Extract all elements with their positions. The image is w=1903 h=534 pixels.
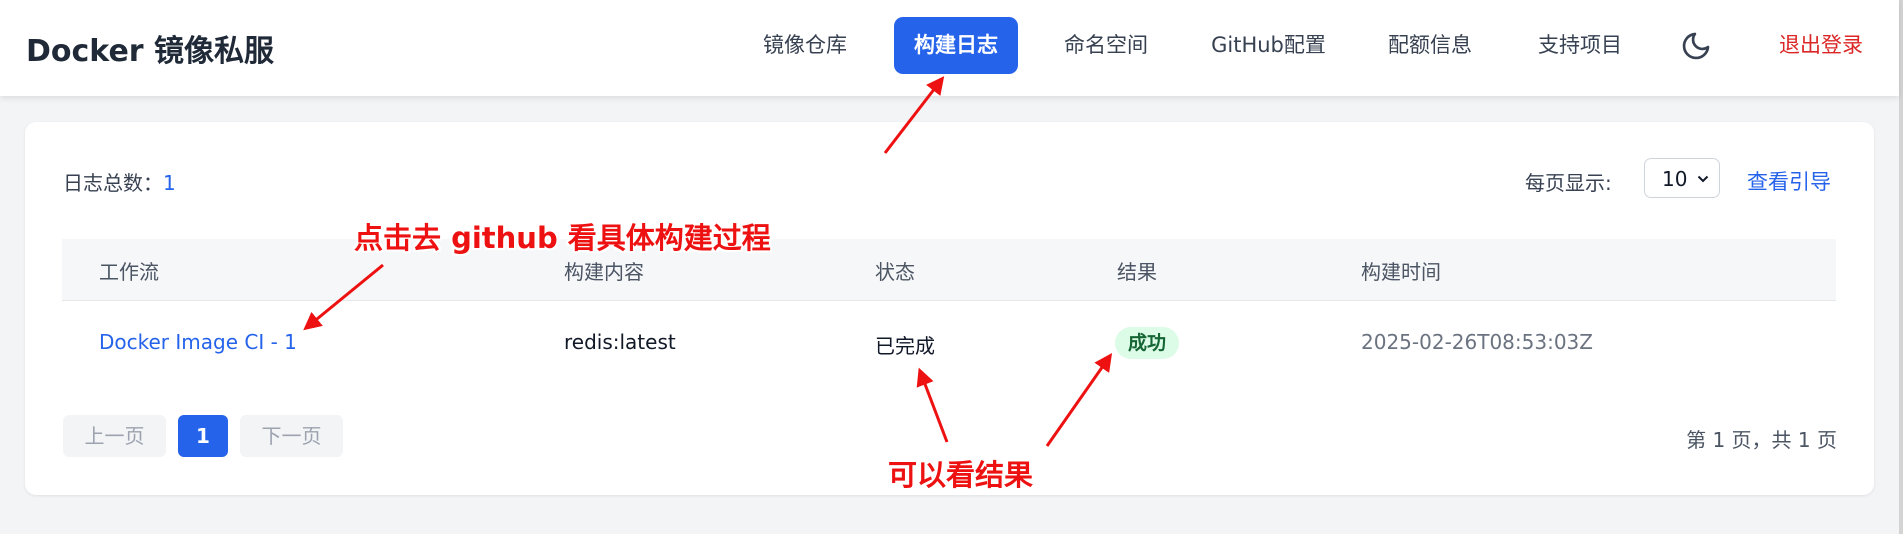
column-header-content: 构建内容 xyxy=(564,260,644,284)
column-header-time: 构建时间 xyxy=(1361,260,1441,284)
scrollbar[interactable] xyxy=(1899,0,1903,534)
log-total-count: 1 xyxy=(163,171,176,195)
annotation-result-note: 可以看结果 xyxy=(888,458,1034,492)
page-1-button[interactable]: 1 xyxy=(178,415,228,457)
build-log-card: 日志总数：1 每页显示: 10 查看引导 工作流 构建内容 状态 结果 构建时间… xyxy=(25,122,1874,495)
page-info: 第 1 页，共 1 页 xyxy=(1686,428,1837,452)
next-page-button[interactable]: 下一页 xyxy=(240,415,343,457)
column-header-workflow: 工作流 xyxy=(99,260,159,284)
moon-icon[interactable] xyxy=(1680,30,1712,62)
annotation-workflow-note: 点击去 github 看具体构建过程 xyxy=(354,221,771,255)
per-page-select[interactable]: 10 xyxy=(1644,158,1720,198)
table-header: 工作流 构建内容 状态 结果 构建时间 xyxy=(62,239,1836,301)
nav-tab-github-config[interactable]: GitHub配置 xyxy=(1196,17,1341,74)
nav-tab-support[interactable]: 支持项目 xyxy=(1520,17,1640,74)
nav-tab-quota[interactable]: 配额信息 xyxy=(1370,17,1490,74)
build-content: redis:latest xyxy=(564,330,676,354)
prev-page-button[interactable]: 上一页 xyxy=(63,415,166,457)
column-header-status: 状态 xyxy=(875,260,915,284)
view-guide-link[interactable]: 查看引导 xyxy=(1747,166,1831,196)
top-navbar: Docker 镜像私服 镜像仓库 构建日志 命名空间 GitHub配置 配额信息… xyxy=(0,0,1899,96)
nav-tab-namespaces[interactable]: 命名空间 xyxy=(1046,17,1166,74)
table-row: Docker Image CI - 1 redis:latest 已完成 成功 … xyxy=(62,300,1836,388)
nav-tab-image-repo[interactable]: 镜像仓库 xyxy=(745,17,865,74)
chevron-down-icon xyxy=(1697,175,1709,183)
build-time: 2025-02-26T08:53:03Z xyxy=(1361,330,1593,354)
per-page-label: 每页显示: xyxy=(1525,171,1612,195)
log-total: 日志总数：1 xyxy=(63,167,176,196)
per-page-value: 10 xyxy=(1662,167,1688,191)
build-status: 已完成 xyxy=(875,334,935,358)
column-header-result: 结果 xyxy=(1117,260,1157,284)
nav-tab-build-logs[interactable]: 构建日志 xyxy=(894,17,1018,74)
workflow-link[interactable]: Docker Image CI - 1 xyxy=(99,330,297,354)
logout-button[interactable]: 退出登录 xyxy=(1756,17,1886,74)
log-total-label: 日志总数： xyxy=(63,171,163,195)
app-title: Docker 镜像私服 xyxy=(26,34,275,69)
result-badge: 成功 xyxy=(1115,327,1180,359)
